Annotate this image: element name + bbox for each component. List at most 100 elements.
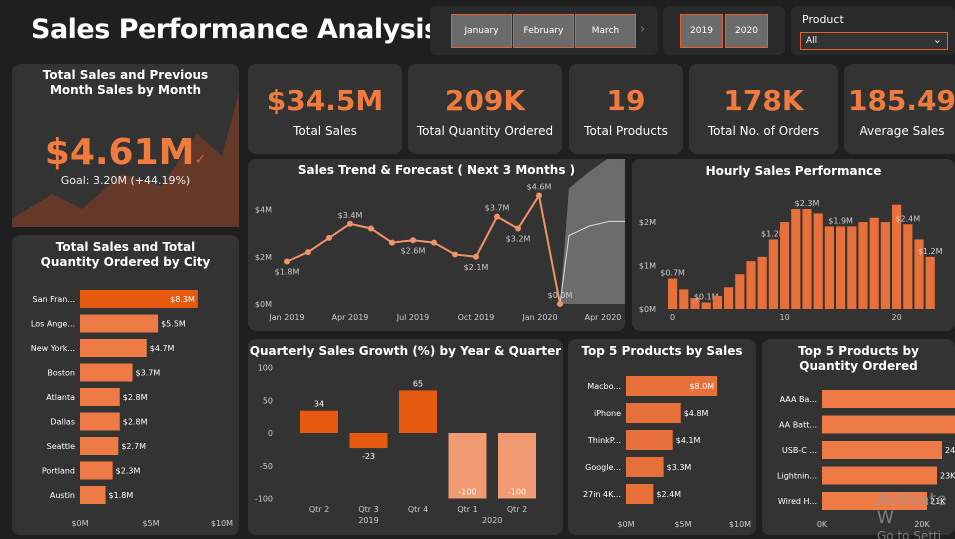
- kpi-value: 209K: [444, 84, 526, 117]
- sales-trend-panel: Sales Trend & Forecast ( Next 3 Months )…: [248, 159, 625, 331]
- x-tick-label: $5M: [142, 519, 159, 528]
- bar: [80, 412, 120, 431]
- kpi-value: 19: [606, 84, 646, 117]
- year-label: 2019: [358, 516, 378, 525]
- y-tick-label: 0: [268, 429, 273, 438]
- data-label: $2.7M: [121, 442, 146, 451]
- bar: [880, 222, 890, 309]
- x-tick-label: Jan 2019: [268, 313, 304, 322]
- y-tick-label: $2M: [639, 218, 656, 227]
- kpi-label: Total Sales: [293, 124, 357, 138]
- bar: [349, 433, 388, 449]
- data-label: -23: [362, 452, 375, 461]
- bar: [679, 289, 689, 309]
- bar: [836, 226, 846, 309]
- bar: [80, 461, 113, 480]
- data-label: $1.8M: [275, 268, 300, 277]
- city-sales-chart: San Fran... $8.3M Los Ange... $5.5M New York…: [31, 290, 233, 528]
- month-button-march[interactable]: March: [575, 14, 636, 48]
- product-dropdown[interactable]: All ⌄: [800, 32, 948, 50]
- bar: [80, 363, 133, 382]
- y-tick-label: -100: [255, 495, 273, 504]
- category-label: Seattle: [47, 442, 75, 451]
- y-tick-label: $0M: [255, 300, 272, 309]
- data-point: [515, 225, 521, 232]
- bar: [791, 209, 801, 309]
- data-point: [452, 251, 458, 258]
- bar: [903, 224, 913, 309]
- year-label: 2020: [482, 516, 502, 525]
- category-label: San Fran...: [32, 295, 75, 304]
- chevron-down-icon: ⌄: [932, 33, 942, 46]
- category-label: Wired H...: [778, 497, 817, 506]
- product-dropdown-value: All: [806, 36, 818, 46]
- category-label: Boston: [47, 369, 75, 378]
- kpi-average-sales: 185.49 Average Sales: [844, 64, 955, 154]
- data-point: [305, 249, 311, 256]
- data-point: [326, 234, 332, 241]
- category-label: Austin: [50, 491, 75, 500]
- kpi-value: $34.5M: [266, 84, 384, 117]
- data-point: [347, 220, 353, 227]
- data-label: 24K: [945, 446, 955, 455]
- x-tick-label: $5M: [674, 520, 691, 529]
- y-tick-label: $0M: [639, 305, 656, 314]
- data-label: $3.7M: [485, 204, 510, 213]
- y-tick-label: 50: [263, 396, 273, 405]
- data-point: [410, 237, 416, 244]
- kpi-total-quantity: 209K Total Quantity Ordered: [408, 64, 562, 154]
- data-label: $0.0M: [548, 291, 573, 300]
- product-slicer-label: Product: [802, 13, 844, 26]
- bar: [701, 302, 711, 309]
- bar: [813, 213, 823, 309]
- category-label: ThinkP...: [587, 436, 621, 445]
- bar: [626, 484, 654, 504]
- year-slicer: 2019 2020: [663, 6, 785, 55]
- chevron-right-icon[interactable]: ›: [640, 22, 645, 37]
- kpi-label: Average Sales: [859, 124, 945, 138]
- data-point: [431, 239, 437, 246]
- data-point: [536, 192, 542, 199]
- quarterly-growth-panel: Quarterly Sales Growth (%) by Year & Qua…: [248, 339, 563, 535]
- year-button-2019[interactable]: 2019: [680, 14, 723, 48]
- data-label: $8.3M: [170, 295, 195, 304]
- x-tick-label: 10: [780, 313, 790, 322]
- check-icon: ✓: [194, 152, 207, 168]
- y-tick-label: $1M: [639, 262, 656, 271]
- kpi-label: Total Quantity Ordered: [416, 124, 554, 138]
- x-tick-label: Apr 2020: [585, 313, 622, 322]
- category-label: Google...: [585, 463, 621, 472]
- x-tick-label: 20: [892, 313, 902, 322]
- x-tick-label: Oct 2019: [458, 313, 495, 322]
- data-label: $1.2M: [918, 247, 943, 256]
- category-label: New York...: [31, 344, 75, 353]
- data-label: $3.7M: [136, 369, 161, 378]
- x-tick-label: Qtr 2: [309, 505, 329, 514]
- x-tick-label: Qtr 3: [358, 505, 378, 514]
- data-label: $2.4M: [895, 214, 920, 223]
- data-point: [389, 239, 395, 246]
- bar: [746, 261, 756, 309]
- kpi-total-orders: 178K Total No. of Orders: [689, 64, 838, 154]
- bar: [802, 209, 812, 309]
- bar: [80, 339, 147, 357]
- product-slicer: Product All ⌄: [791, 6, 955, 55]
- bar: [626, 403, 681, 423]
- top-products-sales-panel: Top 5 Products by Sales Macbo... $8.0M iPh…: [568, 339, 756, 535]
- x-tick-label: $10M: [729, 520, 751, 529]
- forecast-band: [560, 159, 625, 304]
- month-button-january[interactable]: January: [451, 14, 512, 48]
- x-tick-label: 0K: [817, 520, 828, 529]
- year-button-2020[interactable]: 2020: [725, 14, 768, 48]
- bar: [757, 256, 767, 309]
- data-label: $3.4M: [338, 211, 363, 220]
- bar: [300, 410, 338, 433]
- kpi-label: Total No. of Orders: [707, 124, 820, 138]
- x-tick-label: Apr 2019: [332, 313, 369, 322]
- category-label: Los Ange...: [31, 320, 75, 329]
- sales-trend-chart: $1.8M $3.4M $2.6M $2.1M $3.7M $3.2M $4.6M $0.0M…: [255, 159, 625, 322]
- data-point: [284, 258, 290, 265]
- monthly-card-title: Total Sales and Previous Month Sales by …: [42, 68, 209, 97]
- quarterly-growth-chart: 100 50 0 -50 -100 34 Qtr 2 -23 Qtr 3 65 Qtr 4 -100 Q…: [255, 364, 536, 525]
- month-button-february[interactable]: February: [513, 14, 574, 48]
